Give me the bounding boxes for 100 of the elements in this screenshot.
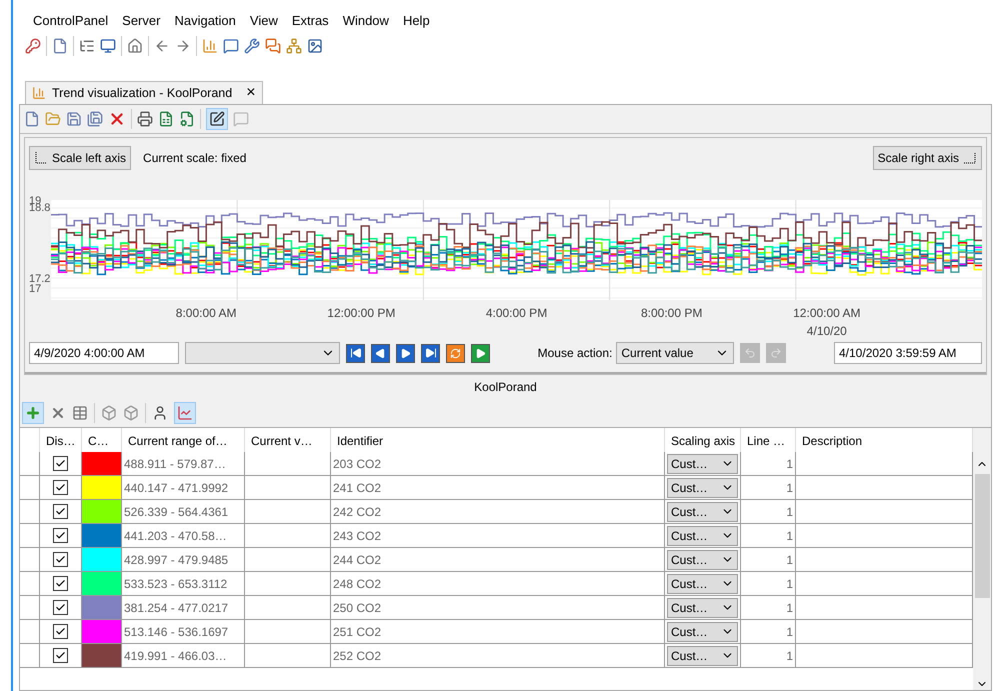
spreadsheet-icon[interactable]: [158, 111, 174, 127]
scaling-axis-dropdown[interactable]: Cust…: [667, 646, 738, 666]
last-button[interactable]: [421, 344, 440, 362]
table-cell: 440.147 - 471.9992: [122, 476, 245, 500]
checkbox[interactable]: [53, 576, 68, 591]
checkbox[interactable]: [53, 480, 68, 495]
row-header[interactable]: [20, 572, 40, 596]
user-icon[interactable]: [152, 405, 168, 421]
save-icon[interactable]: [66, 111, 82, 127]
check-icon: [55, 578, 66, 589]
add-button[interactable]: [22, 402, 44, 424]
scaling-axis-dropdown[interactable]: Cust…: [667, 454, 738, 474]
refresh-button[interactable]: [446, 344, 465, 362]
box-icon[interactable]: [123, 405, 139, 421]
column-header[interactable]: Current range of…: [122, 428, 245, 454]
picture-frame-icon[interactable]: [307, 38, 323, 54]
spreadsheet-gear-icon[interactable]: [179, 111, 195, 127]
table-cell: 242 CO2: [331, 500, 665, 524]
speech-bubble-icon[interactable]: [223, 38, 239, 54]
menu-item[interactable]: Window: [336, 10, 395, 30]
scale-left-axis-button[interactable]: Scale left axis: [29, 146, 132, 170]
date-label: 4/10/20: [806, 324, 847, 338]
axis-label: 17.2: [29, 274, 50, 284]
menu-item[interactable]: ControlPanel: [27, 10, 114, 30]
scaling-axis-dropdown[interactable]: Cust…: [667, 502, 738, 522]
menu-item[interactable]: Help: [396, 10, 436, 30]
axis-label: 17: [29, 284, 42, 294]
chat-icon[interactable]: [265, 38, 281, 54]
scaling-axis-dropdown[interactable]: Cust…: [667, 574, 738, 594]
skip-back-icon: [350, 347, 362, 359]
time-label: 4:00:00 PM: [486, 306, 548, 320]
table-cell: 533.523 - 653.3112: [122, 572, 245, 596]
checkbox[interactable]: [53, 648, 68, 663]
new-file-icon[interactable]: [24, 111, 40, 127]
row-header[interactable]: [20, 524, 40, 548]
column-header[interactable]: Line …: [741, 428, 796, 454]
scale-right-axis-button[interactable]: Scale right axis: [872, 146, 982, 170]
check-icon: [55, 626, 66, 637]
end-time-field[interactable]: 4/10/2020 3:59:59 AM: [834, 342, 982, 364]
row-header[interactable]: [20, 452, 40, 476]
scroll-thumb[interactable]: [974, 474, 990, 598]
scaling-axis-dropdown[interactable]: Cust…: [667, 598, 738, 618]
close-button[interactable]: ×: [246, 84, 256, 102]
remove-icon[interactable]: [50, 405, 66, 421]
back-icon[interactable]: [154, 38, 170, 54]
chart-icon[interactable]: [202, 38, 218, 54]
checkbox[interactable]: [53, 600, 68, 615]
table-cell: 1: [741, 596, 796, 620]
table-cell: 1: [741, 476, 796, 500]
row-header[interactable]: [20, 476, 40, 500]
column-header[interactable]: Identifier: [331, 428, 665, 454]
scaling-axis-dropdown[interactable]: Cust…: [667, 622, 738, 642]
key-icon[interactable]: [25, 38, 41, 54]
row-header[interactable]: [20, 500, 40, 524]
tab[interactable]: Trend visualization - KoolPorand ×: [25, 81, 263, 104]
menu-item[interactable]: View: [244, 10, 284, 30]
table-cell: 1: [741, 620, 796, 644]
network-icon[interactable]: [286, 38, 302, 54]
column-header[interactable]: Current v…: [245, 428, 331, 454]
row-header[interactable]: [20, 548, 40, 572]
printer-icon[interactable]: [137, 111, 153, 127]
scaling-axis-dropdown[interactable]: Cust…: [667, 550, 738, 570]
check-icon: [55, 458, 66, 469]
save-as-icon[interactable]: [87, 111, 103, 127]
document-icon[interactable]: [52, 38, 68, 54]
line-chart-button[interactable]: [174, 402, 196, 424]
next-button[interactable]: [396, 344, 415, 362]
check-icon: [55, 506, 66, 517]
box-icon[interactable]: [101, 405, 117, 421]
mouse-action-dropdown[interactable]: Current value: [616, 342, 734, 364]
edit-button[interactable]: [206, 108, 228, 130]
home-icon[interactable]: [127, 38, 143, 54]
menu-item[interactable]: Navigation: [168, 10, 242, 30]
tree-icon[interactable]: [79, 38, 95, 54]
checkbox[interactable]: [53, 456, 68, 471]
table-cell: 419.991 - 466.03…: [122, 644, 245, 668]
checkbox[interactable]: [53, 624, 68, 639]
scaling-axis-dropdown[interactable]: Cust…: [667, 526, 738, 546]
axis-icon: [34, 151, 48, 165]
scrollbar[interactable]: [973, 428, 991, 690]
previous-button[interactable]: [371, 344, 390, 362]
menu-item[interactable]: Server: [116, 10, 166, 30]
play-button[interactable]: [471, 344, 490, 362]
first-button[interactable]: [346, 344, 365, 362]
start-time-field[interactable]: 4/9/2020 4:00:00 AM: [29, 342, 179, 364]
row-header[interactable]: [20, 596, 40, 620]
checkbox[interactable]: [53, 552, 68, 567]
row-header[interactable]: [20, 644, 40, 668]
wrench-icon[interactable]: [244, 38, 260, 54]
row-header[interactable]: [20, 620, 40, 644]
menu-item[interactable]: Extras: [286, 10, 335, 30]
table-icon[interactable]: [72, 405, 88, 421]
checkbox[interactable]: [53, 504, 68, 519]
forward-icon[interactable]: [175, 38, 191, 54]
table-cell: 248 CO2: [331, 572, 665, 596]
checkbox[interactable]: [53, 528, 68, 543]
table-cell: 1: [741, 452, 796, 476]
scaling-axis-dropdown[interactable]: Cust…: [667, 478, 738, 498]
table-cell: 488.911 - 579.87…: [122, 452, 245, 476]
monitor-icon[interactable]: [100, 38, 116, 54]
